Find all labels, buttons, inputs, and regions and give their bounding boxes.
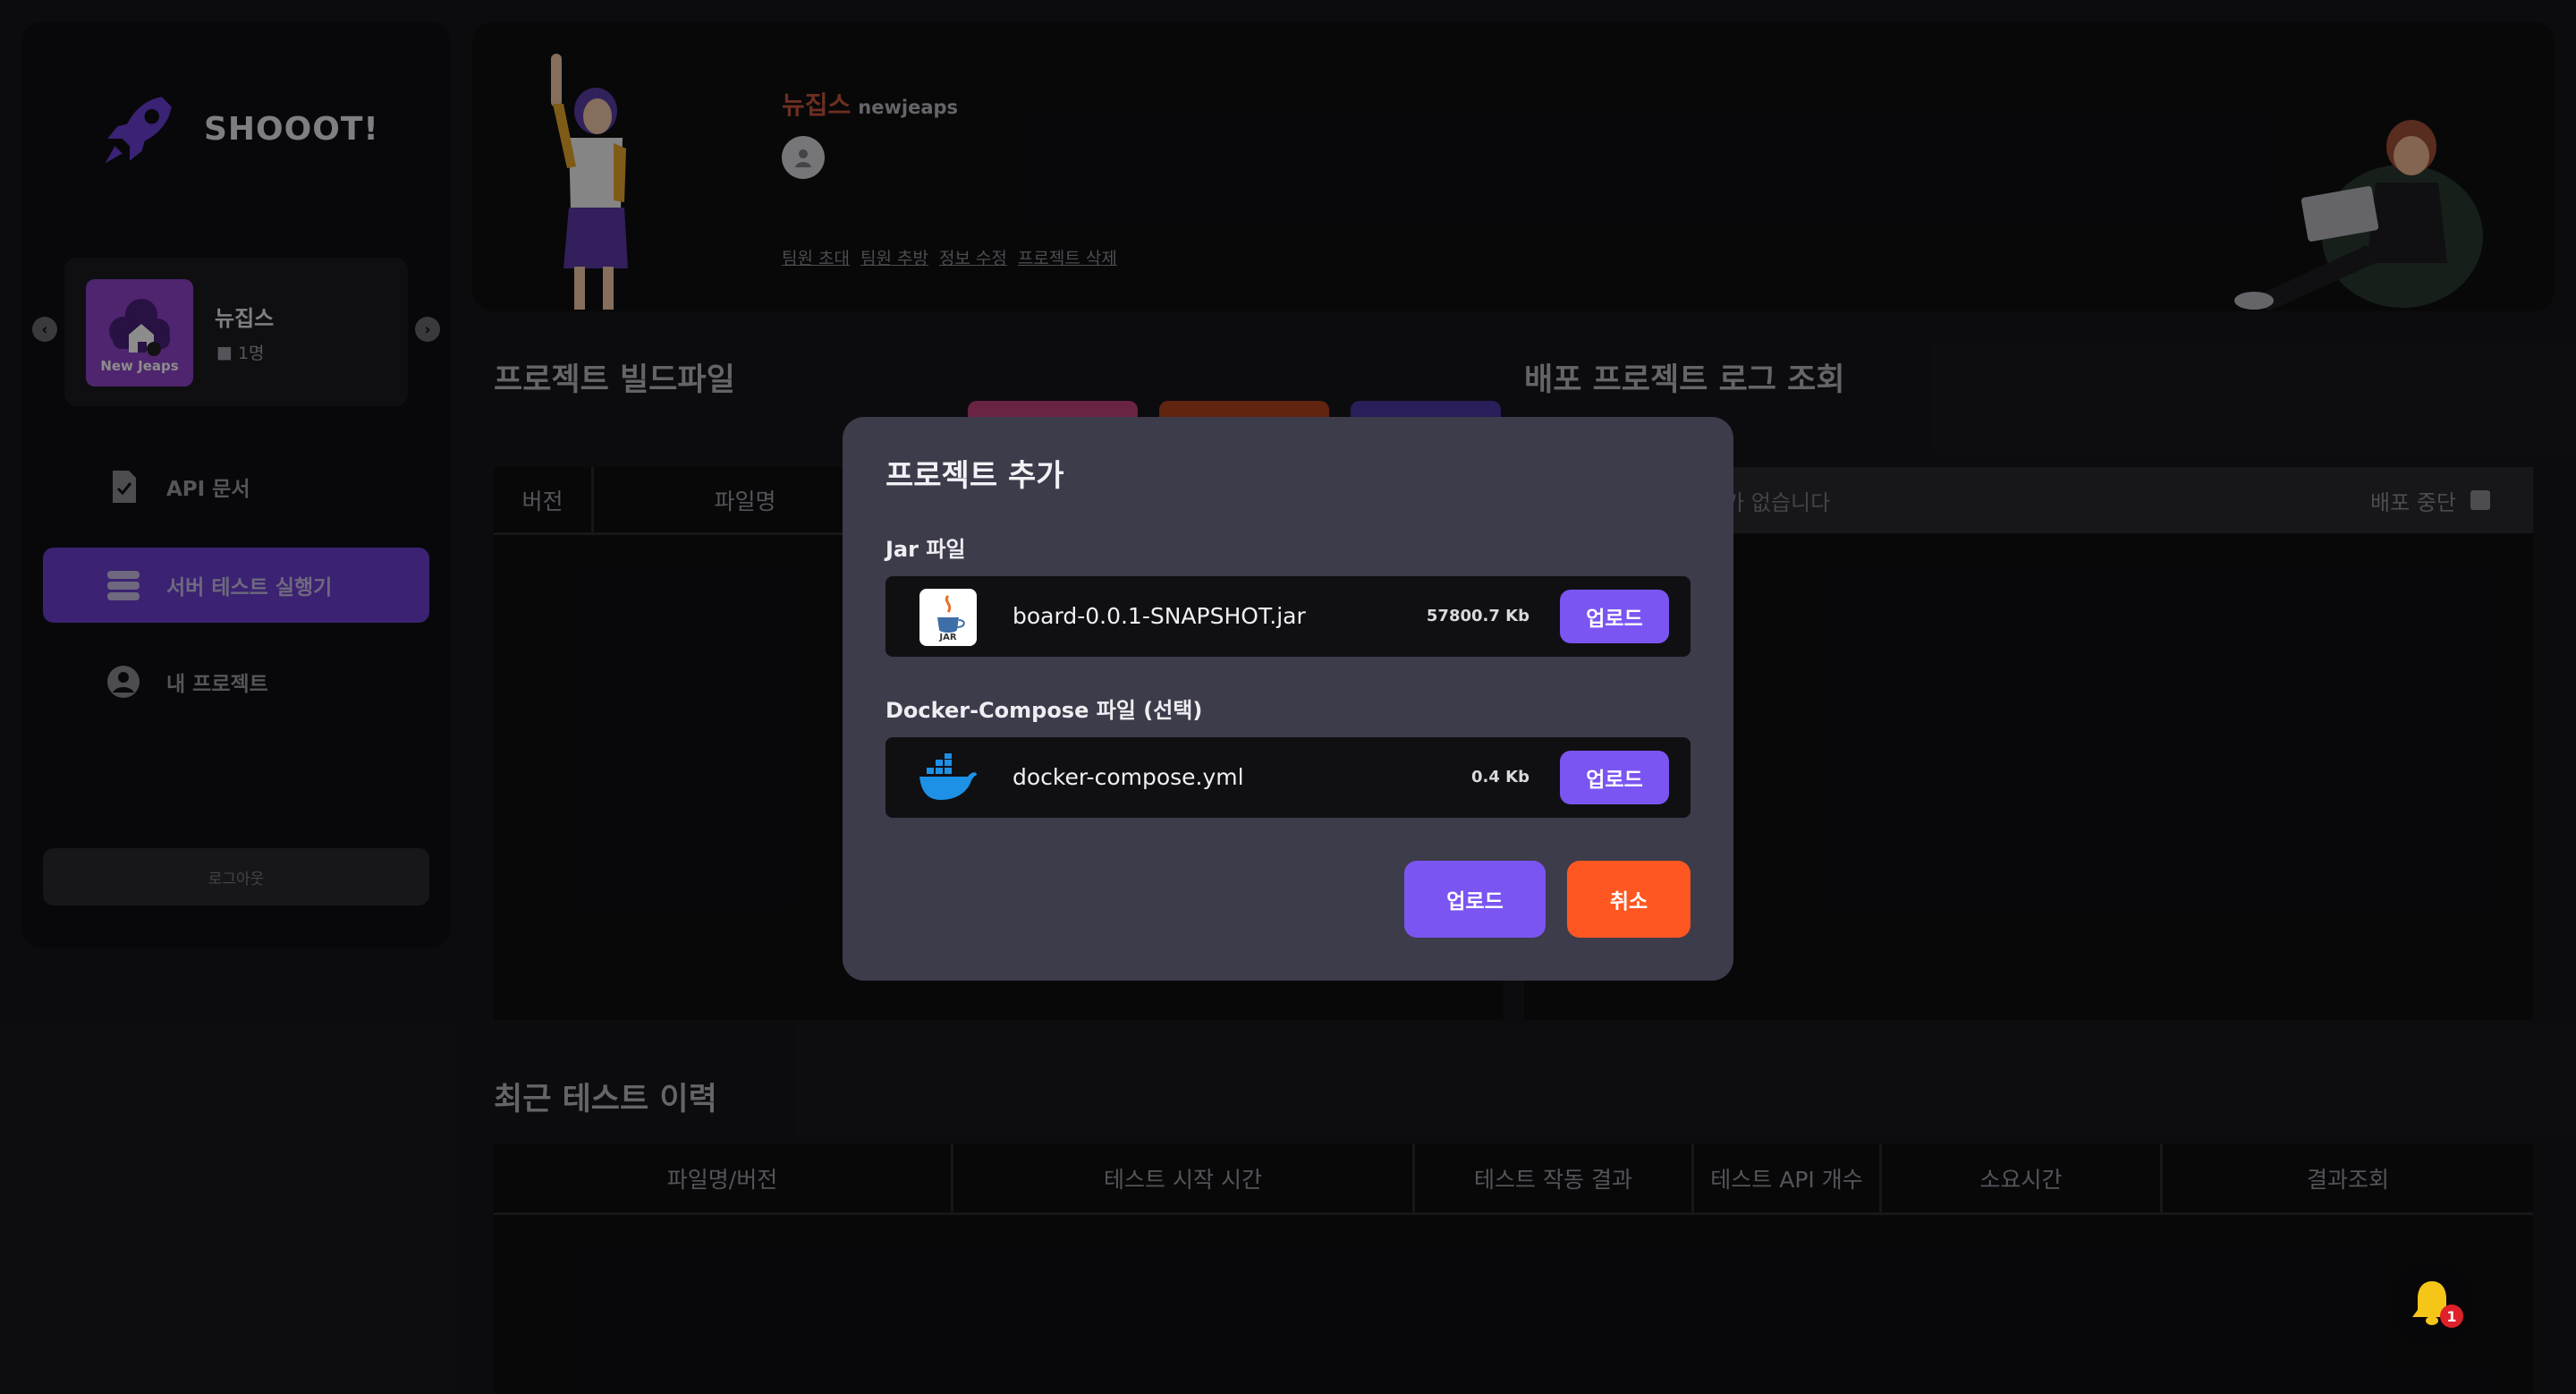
compose-file-size: 0.4 Kb: [1471, 768, 1530, 786]
cancel-button[interactable]: 취소: [1567, 861, 1690, 938]
notification-button[interactable]: [2390, 1262, 2474, 1346]
confirm-upload-button[interactable]: 업로드: [1404, 861, 1546, 938]
jar-upload-button[interactable]: 업로드: [1560, 590, 1669, 643]
modal-title: 프로젝트 추가: [886, 458, 1064, 494]
java-jar-icon: JAR: [919, 589, 977, 646]
compose-file-label: Docker-Compose 파일 (선택): [886, 698, 1203, 723]
jar-file-size: 57800.7 Kb: [1426, 607, 1530, 625]
compose-file-name: docker-compose.yml: [1013, 764, 1244, 790]
docker-icon: [919, 753, 977, 800]
compose-file-row: docker-compose.yml 0.4 Kb 업로드: [886, 737, 1690, 818]
jar-file-label: Jar 파일: [886, 537, 966, 562]
compose-upload-button[interactable]: 업로드: [1560, 751, 1669, 804]
jar-icon-label: JAR: [939, 633, 957, 642]
notification-badge: 1: [2440, 1305, 2463, 1328]
jar-file-row: JAR board-0.0.1-SNAPSHOT.jar 57800.7 Kb …: [886, 576, 1690, 657]
jar-file-name: board-0.0.1-SNAPSHOT.jar: [1013, 603, 1306, 629]
